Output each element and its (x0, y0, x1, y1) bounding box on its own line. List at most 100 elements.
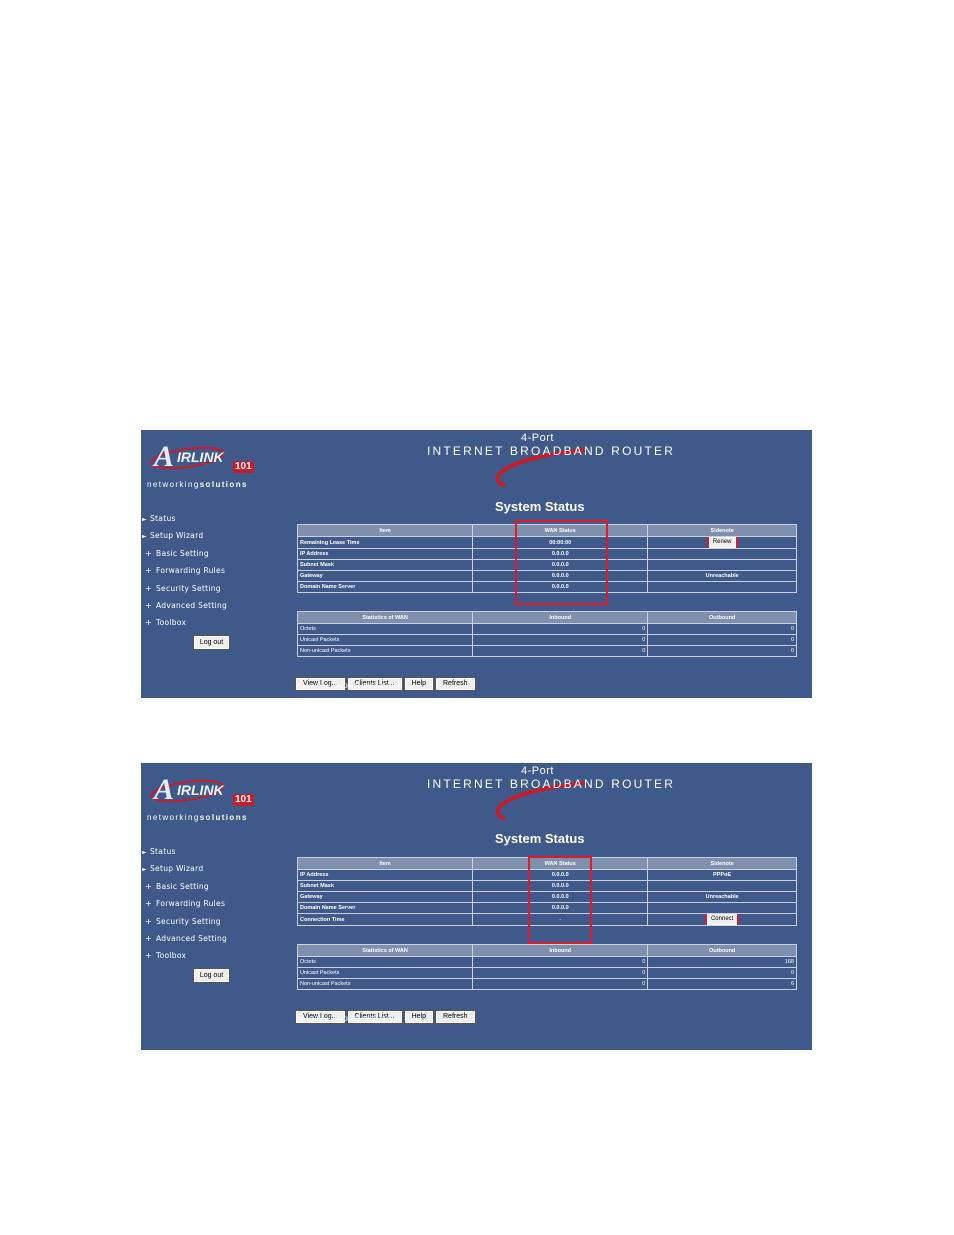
sidebar-item-security-setting[interactable]: + Security Setting (142, 580, 292, 597)
refresh-button[interactable]: Refresh (435, 1010, 476, 1024)
help-button[interactable]: Help (403, 677, 435, 691)
logo-letter: A (154, 440, 175, 473)
row-label: Octets (296, 956, 474, 968)
row-label: Unicast Packets (296, 967, 474, 979)
sidebar-item-setup-wizard[interactable]: ► Setup Wizard (142, 527, 292, 544)
sidebar-item-setup-wizard[interactable]: ► Setup Wizard (142, 860, 292, 877)
table-row: Unicast Packets 0 0 (296, 634, 797, 646)
logo-number: 101 (233, 794, 254, 806)
row-note: PPPoE (647, 869, 797, 881)
banner-port: 4-Port (521, 765, 554, 777)
row-note (647, 880, 797, 892)
sidebar-item-label: Status (150, 514, 176, 523)
wan-status-highlight-box (515, 520, 608, 605)
refresh-button[interactable]: Refresh (435, 677, 476, 691)
row-note: Connect (647, 913, 797, 926)
wan-statistics-table: Statistics of WAN Inbound Outbound Octet… (296, 611, 797, 657)
column-header: Statistics of WAN (296, 611, 474, 624)
column-header: Sidenote (647, 857, 797, 870)
table-row: Octets 0 0 (296, 623, 797, 635)
logo-tagline: networkingsolutions (147, 813, 248, 822)
logout-button[interactable]: Log out (193, 968, 230, 983)
banner-port: 4-Port (521, 432, 554, 444)
row-note (647, 581, 797, 593)
sidebar-item-forwarding-rules[interactable]: + Forwarding Rules (142, 895, 292, 912)
logo-word: IRLINK (177, 782, 224, 798)
table-row: Non-unicast Packets 0 6 (296, 978, 797, 990)
sidebar-item-advanced-setting[interactable]: + Advanced Setting (142, 930, 292, 947)
row-label: Gateway (296, 891, 474, 903)
wan-statistics-table: Statistics of WAN Inbound Outbound Octet… (296, 944, 797, 990)
sidebar-item-label: Setup Wizard (150, 864, 204, 874)
triangle-right-icon: ► (142, 516, 147, 523)
banner-title: INTERNET BROADBAND ROUTER (427, 777, 676, 791)
sidebar-item-advanced-setting[interactable]: + Advanced Setting (142, 597, 292, 614)
table-row: Unicast Packets 0 0 (296, 967, 797, 979)
logo-number: 101 (233, 461, 254, 473)
row-label: Unicast Packets (296, 634, 474, 646)
sidebar-item-status[interactable]: ► Status (142, 843, 292, 860)
plus-icon: + (145, 916, 153, 926)
sidebar-item-label: Status (150, 847, 176, 856)
tagline-suffix: solutions (199, 480, 248, 489)
renew-button[interactable]: Renew (706, 537, 738, 548)
tagline-suffix: solutions (199, 813, 248, 822)
plus-icon: + (145, 951, 153, 961)
sidebar-item-basic-setting[interactable]: + Basic Setting (142, 878, 292, 895)
row-outbound: 6 (647, 978, 797, 990)
sidebar-item-basic-setting[interactable]: + Basic Setting (142, 545, 292, 562)
router-status-screenshot-dhcp: A IRLINK 101 networkingsolutions 4-Port … (141, 430, 812, 698)
plus-icon: + (145, 881, 153, 891)
sidebar-item-status[interactable]: ► Status (142, 510, 292, 527)
column-header: Item (296, 524, 474, 537)
sidebar-nav: ► Status ► Setup Wizard + Basic Setting + Fo… (142, 843, 292, 965)
column-header: Sidenote (647, 524, 797, 537)
sidebar-item-label: Basic Setting (156, 881, 209, 891)
logout-button[interactable]: Log out (193, 635, 230, 650)
row-outbound: 0 (647, 645, 797, 657)
page-title: System Status (495, 499, 585, 514)
help-button[interactable]: Help (403, 1010, 435, 1024)
row-note: Renew (647, 536, 797, 549)
table-row: Non-unicast Packets 0 0 (296, 645, 797, 657)
row-inbound: 0 (472, 967, 649, 979)
row-note (647, 902, 797, 914)
table-header-row: Statistics of WAN Inbound Outbound (296, 944, 797, 957)
logo-letter: A (154, 773, 175, 806)
row-label: Gateway (296, 570, 474, 582)
product-banner: 4-Port INTERNET BROADBAND ROUTER (425, 763, 673, 821)
column-header: Inbound (472, 944, 649, 957)
sidebar-item-label: Forwarding Rules (156, 566, 226, 576)
column-header: Statistics of WAN (296, 944, 474, 957)
device-time: Device Time: Thu Jul 01 00:00:19 2004 (296, 684, 401, 690)
sidebar-item-label: Advanced Setting (156, 933, 228, 943)
row-outbound: 0 (647, 967, 797, 979)
column-header: Inbound (472, 611, 649, 624)
device-time: Device Time: Thu Jul 01 00:00:12 2004 (296, 1017, 401, 1023)
sidebar-item-label: Setup Wizard (150, 531, 204, 541)
sidebar-item-label: Security Setting (156, 583, 221, 593)
banner-title: INTERNET BROADBAND ROUTER (427, 444, 676, 458)
row-note: Unreachable (647, 570, 797, 582)
sidebar-item-toolbox[interactable]: + Toolbox (142, 947, 292, 964)
airlink-logo: A IRLINK 101 networkingsolutions (147, 769, 287, 827)
sidebar-item-security-setting[interactable]: + Security Setting (142, 913, 292, 930)
row-label: Remaining Lease Time (296, 536, 474, 549)
sidebar-item-toolbox[interactable]: + Toolbox (142, 614, 292, 631)
sidebar-item-label: Toolbox (156, 618, 187, 628)
sidebar-item-forwarding-rules[interactable]: + Forwarding Rules (142, 562, 292, 579)
row-label: Octets (296, 623, 474, 635)
row-inbound: 0 (472, 978, 649, 990)
row-label: Non-unicast Packets (296, 978, 474, 990)
plus-icon: + (145, 899, 153, 909)
sidebar-nav: ► Status ► Setup Wizard + Basic Setting + Fo… (142, 510, 292, 632)
row-label: Subnet Mask (296, 559, 474, 571)
row-label: Non-unicast Packets (296, 645, 474, 657)
connect-button[interactable]: Connect (704, 914, 740, 925)
sidebar-item-label: Security Setting (156, 916, 221, 926)
row-inbound: 0 (472, 634, 649, 646)
row-label: IP Address (296, 869, 474, 881)
row-label: Domain Name Server (296, 902, 474, 914)
row-label: Connection Time (296, 913, 474, 926)
row-note (647, 559, 797, 571)
